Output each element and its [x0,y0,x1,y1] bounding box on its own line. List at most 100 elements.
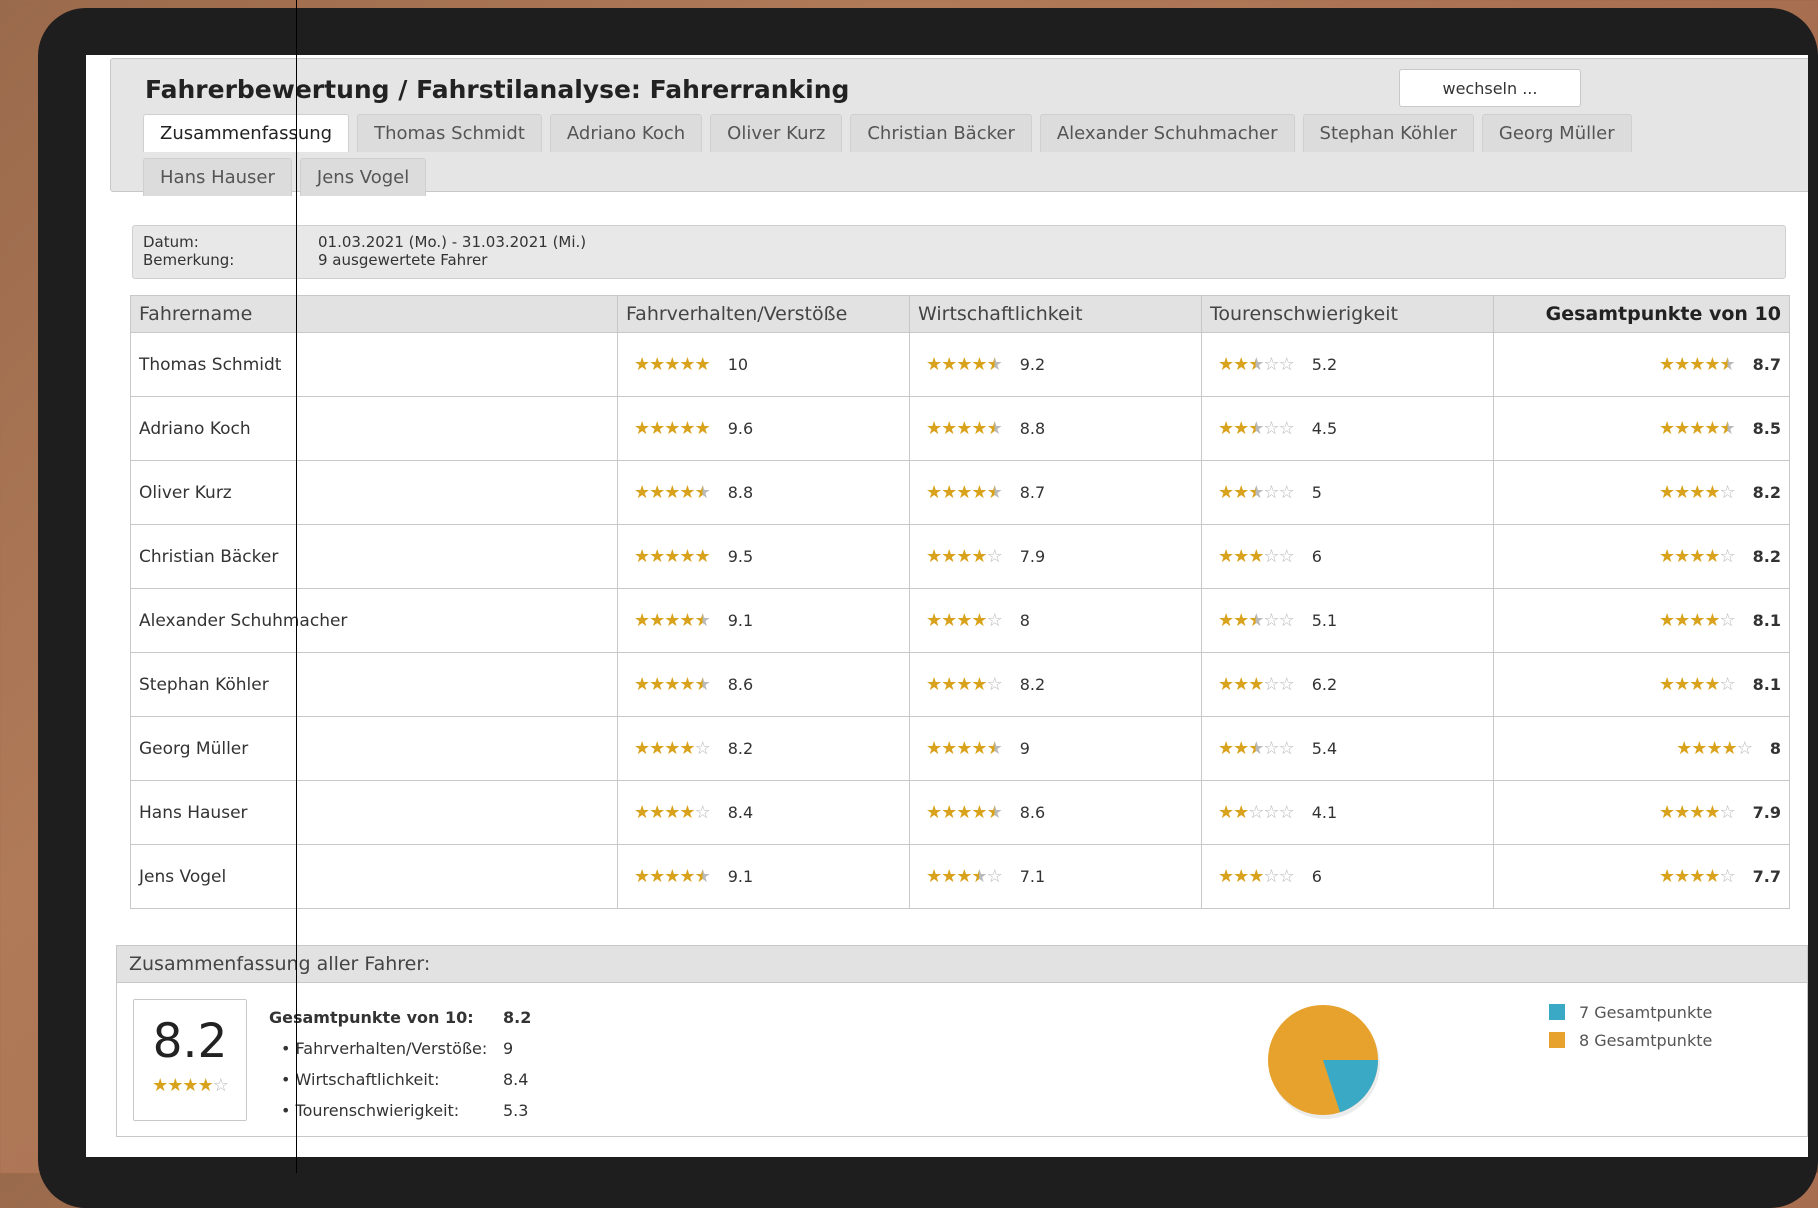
summary-line-label: Gesamtpunkte von 10: [269,1008,474,1027]
header-bar: Fahrerbewertung / Fahrstilanalyse: Fahre… [110,58,1808,196]
star-full-icon: ★ [1704,546,1720,567]
star-full-icon: ★ [956,738,972,759]
gesamt-cell: ★★★★★ 8.7 [1493,332,1790,397]
star-half-icon: ★ [1248,354,1264,375]
star-rating: ★★★★★ [634,418,711,439]
wirtschaft-cell: ★★★★★ 9.2 [909,332,1202,397]
tab-driver[interactable]: Hans Hauser [143,158,292,196]
star-full-icon: ★ [1658,674,1675,695]
ranking-table-wrap: Fahrername Fahrverhalten/Verstöße Wirtsc… [130,295,1790,909]
tab-driver[interactable]: Thomas Schmidt [357,114,542,152]
wirtschaft-cell: ★★★★★ 8.7 [909,460,1202,525]
touren-value: 4.1 [1311,803,1338,822]
touren-cell: ★★★☆☆ 5.4 [1201,716,1494,781]
star-full-icon: ★ [679,738,695,759]
table-row[interactable]: Christian Bäcker ★★★★★ 9.5 ★★★★☆ 7.9 ★★★☆☆ 6 ★★… [130,524,1790,589]
col-header-fahrverhalten[interactable]: Fahrverhalten/Verstöße [617,295,910,333]
star-full-icon: ★ [971,610,987,631]
star-full-icon: ★ [1674,802,1690,823]
table-row[interactable]: Adriano Koch ★★★★★ 9.6 ★★★★★ 8.8 ★★★☆☆ 4.5 ★★★★… [130,396,1790,461]
star-empty-icon: ☆ [1263,802,1279,823]
table-row[interactable]: Jens Vogel ★★★★★ 9.1 ★★★★☆ 7.1 ★★★☆☆ 6 ★★★★☆ 7.7 [130,844,1790,909]
star-full-icon: ★ [1689,546,1705,567]
fahrverhalten-value: 8.2 [727,739,754,758]
star-full-icon: ★ [941,610,957,631]
star-rating: ★★★☆☆ [1218,418,1295,439]
fahrverhalten-cell: ★★★★☆ 8.4 [617,780,910,845]
star-half-icon: ★ [1248,738,1264,759]
star-full-icon: ★ [664,546,680,567]
star-full-icon: ★ [152,1075,168,1096]
driver-name: Oliver Kurz [130,460,618,525]
star-full-icon: ★ [634,482,650,503]
tab-driver[interactable]: Stephan Köhler [1302,114,1474,152]
star-empty-icon: ☆ [1278,674,1295,695]
star-full-icon: ★ [1658,354,1675,375]
star-full-icon: ★ [679,546,695,567]
gesamt-cell: ★★★★☆ 8.2 [1493,524,1790,589]
driver-name: Alexander Schuhmacher [130,588,618,653]
star-empty-icon: ☆ [1719,482,1736,503]
tab-summary[interactable]: Zusammenfassung [143,114,350,152]
star-full-icon: ★ [679,674,695,695]
fahrverhalten-value: 9.1 [727,867,754,886]
star-empty-icon: ☆ [1278,482,1295,503]
star-full-icon: ★ [1689,418,1705,439]
star-full-icon: ★ [956,866,972,887]
table-row[interactable]: Oliver Kurz ★★★★★ 8.8 ★★★★★ 8.7 ★★★☆☆ 5 ★★★★☆ 8.… [130,460,1790,525]
col-header-touren[interactable]: Tourenschwierigkeit [1201,295,1494,333]
star-full-icon: ★ [679,866,695,887]
star-empty-icon: ☆ [1736,738,1753,759]
col-header-gesamt[interactable]: Gesamtpunkte von 10 [1493,295,1790,333]
table-row[interactable]: Hans Hauser ★★★★☆ 8.4 ★★★★★ 8.6 ★★☆☆☆ 4.1 ★★★★☆… [130,780,1790,845]
star-full-icon: ★ [679,802,695,823]
star-full-icon: ★ [649,866,665,887]
summary-line: Gesamtpunkte von 10: 8.2 [269,1002,531,1033]
star-rating: ★★★★★ [634,354,711,375]
star-full-icon: ★ [1233,546,1249,567]
wirtschaft-cell: ★★★★☆ 7.9 [909,524,1202,589]
gesamt-cell: ★★★★☆ 8.2 [1493,460,1790,525]
star-full-icon: ★ [634,546,650,567]
tab-driver[interactable]: Oliver Kurz [710,114,843,152]
star-full-icon: ★ [1658,802,1675,823]
star-full-icon: ★ [1218,482,1234,503]
tab-driver[interactable]: Jens Vogel [299,158,427,196]
col-header-name[interactable]: Fahrername [130,295,618,333]
fahrverhalten-value: 9.5 [727,547,754,566]
touren-value: 4.5 [1311,419,1338,438]
gesamt-value: 8.7 [1752,355,1781,374]
star-rating: ★★★★★ [634,610,711,631]
table-row[interactable]: Stephan Köhler ★★★★★ 8.6 ★★★★☆ 8.2 ★★★☆☆ 6.2 ★★… [130,652,1790,717]
summary-line-value: 8.2 [503,1008,532,1027]
star-full-icon: ★ [1218,674,1234,695]
star-half-icon: ★ [986,738,1003,759]
table-row[interactable]: Thomas Schmidt ★★★★★ 10 ★★★★★ 9.2 ★★★☆☆ 5.2 ★★★… [130,332,1790,397]
star-empty-icon: ☆ [1719,546,1736,567]
table-row[interactable]: Alexander Schuhmacher ★★★★★ 9.1 ★★★★☆ 8 ★★★☆☆… [130,588,1790,653]
star-half-icon: ★ [1248,482,1264,503]
star-full-icon: ★ [634,802,650,823]
tab-driver[interactable]: Georg Müller [1481,114,1632,152]
star-full-icon: ★ [664,482,680,503]
star-full-icon: ★ [167,1075,183,1096]
summary-line-value: 9 [503,1039,514,1058]
star-full-icon: ★ [1218,610,1234,631]
tab-driver[interactable]: Adriano Koch [549,114,703,152]
col-header-wirtschaft[interactable]: Wirtschaftlichkeit [909,295,1202,333]
star-rating: ★★★★☆ [926,610,1003,631]
fahrverhalten-value: 8.6 [727,675,754,694]
switch-button[interactable]: wechseln ... [1399,69,1581,107]
star-rating: ★★★★★ [926,482,1003,503]
star-full-icon: ★ [649,738,665,759]
star-full-icon: ★ [1218,802,1234,823]
star-half-icon: ★ [694,482,711,503]
table-row[interactable]: Georg Müller ★★★★☆ 8.2 ★★★★★ 9 ★★★☆☆ 5.4 ★★★★☆ 8 [130,716,1790,781]
star-full-icon: ★ [1674,546,1690,567]
wirtschaft-value: 8 [1019,611,1030,630]
star-full-icon: ★ [634,354,650,375]
note-value: 9 ausgewertete Fahrer [318,251,488,269]
tab-driver[interactable]: Christian Bäcker [850,114,1032,152]
tab-driver[interactable]: Alexander Schuhmacher [1039,114,1295,152]
star-half-icon: ★ [986,482,1003,503]
